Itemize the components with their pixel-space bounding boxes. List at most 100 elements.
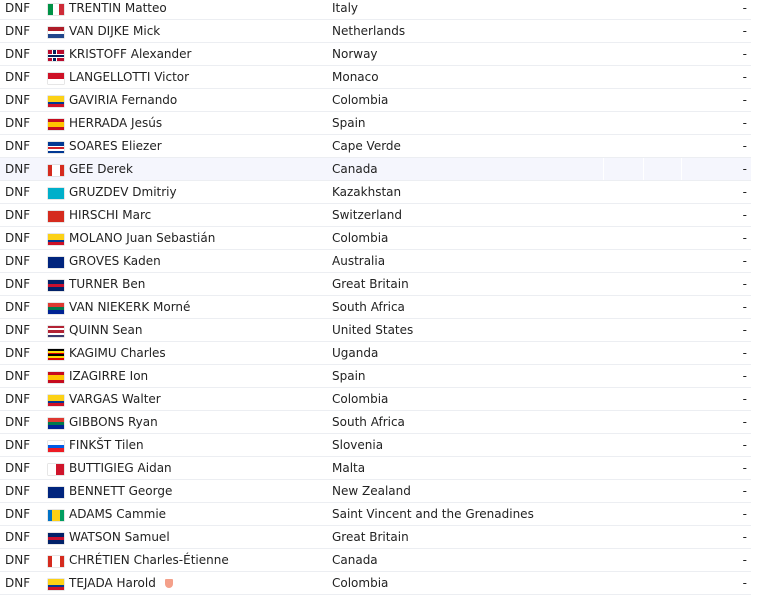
rider-link[interactable]: GEE Derek <box>69 162 133 176</box>
rider-link[interactable]: ADAMS Cammie <box>69 507 166 521</box>
rider-link[interactable]: VAN DIJKE Mick <box>69 24 160 38</box>
flag-za-icon <box>48 418 64 429</box>
country: Cape Verde <box>332 139 401 153</box>
value: - <box>742 70 747 84</box>
rider-name[interactable]: KAGIMU Charles <box>69 342 166 365</box>
table-row[interactable]: DNF SOARES Eliezer Cape Verde - <box>0 135 751 158</box>
table-row[interactable]: DNF VARGAS Walter Colombia - <box>0 388 751 411</box>
rider-link[interactable]: VARGAS Walter <box>69 392 161 406</box>
rider-link[interactable]: HIRSCHI Marc <box>69 208 151 222</box>
result: DNF <box>5 553 31 567</box>
rider-name[interactable]: BENNETT George <box>69 480 172 503</box>
table-row[interactable]: DNF QUINN Sean United States - <box>0 319 751 342</box>
rider-name[interactable]: VAN NIEKERK Morné <box>69 296 190 319</box>
table-row[interactable]: DNF VAN DIJKE Mick Netherlands - <box>0 20 751 43</box>
rider-name[interactable]: CHRÉTIEN Charles-Étienne <box>69 549 229 572</box>
rider-link[interactable]: TEJADA Harold <box>69 576 156 590</box>
table-row[interactable]: DNF GROVES Kaden Australia - <box>0 250 751 273</box>
rider-link[interactable]: CHRÉTIEN Charles-Étienne <box>69 553 229 567</box>
rider-name[interactable]: BUTTIGIEG Aidan <box>69 457 172 480</box>
table-row[interactable]: DNF KAGIMU Charles Uganda - <box>0 342 751 365</box>
flag-co-icon <box>48 234 64 245</box>
rider-link[interactable]: HERRADA Jesús <box>69 116 162 130</box>
rider-name[interactable]: VARGAS Walter <box>69 388 161 411</box>
table-row[interactable]: DNF GIBBONS Ryan South Africa - <box>0 411 751 434</box>
rider-name[interactable]: GIBBONS Ryan <box>69 411 158 434</box>
rider-link[interactable]: VAN NIEKERK Morné <box>69 300 190 314</box>
table-row[interactable]: DNF IZAGIRRE Ion Spain - <box>0 365 751 388</box>
table-row[interactable]: DNF KRISTOFF Alexander Norway - <box>0 43 751 66</box>
rider-name[interactable]: TEJADA Harold <box>69 572 173 595</box>
rider-name[interactable]: ADAMS Cammie <box>69 503 166 526</box>
column-divider <box>643 158 644 180</box>
table-row[interactable]: DNF VAN NIEKERK Morné South Africa - <box>0 296 751 319</box>
table-row[interactable]: DNF WATSON Samuel Great Britain - <box>0 526 751 549</box>
rider-link[interactable]: LANGELLOTTI Victor <box>69 70 189 84</box>
rider-link[interactable]: BENNETT George <box>69 484 172 498</box>
table-row[interactable]: DNF ADAMS Cammie Saint Vincent and the Gre… <box>0 503 751 526</box>
table-row[interactable]: DNF CHRÉTIEN Charles-Étienne Canada - <box>0 549 751 572</box>
rider-link[interactable]: IZAGIRRE Ion <box>69 369 148 383</box>
results-table: DNF TRENTIN Matteo Italy - DNF VAN DIJKE Mick… <box>0 0 751 595</box>
table-row[interactable]: DNF LANGELLOTTI Victor Monaco - <box>0 66 751 89</box>
rider-link[interactable]: TURNER Ben <box>69 277 145 291</box>
rider-link[interactable]: SOARES Eliezer <box>69 139 162 153</box>
rider-name[interactable]: GEE Derek <box>69 158 133 181</box>
value: - <box>742 208 747 222</box>
rider-name[interactable]: TURNER Ben <box>69 273 145 296</box>
rider-name[interactable]: HIRSCHI Marc <box>69 204 151 227</box>
column-divider <box>603 158 604 180</box>
rider-name[interactable]: IZAGIRRE Ion <box>69 365 148 388</box>
table-row[interactable]: DNF BUTTIGIEG Aidan Malta - <box>0 457 751 480</box>
table-row[interactable]: DNF FINKŠT Tilen Slovenia - <box>0 434 751 457</box>
rider-name[interactable]: VAN DIJKE Mick <box>69 20 160 43</box>
result: DNF <box>5 1 31 15</box>
rider-link[interactable]: FINKŠT Tilen <box>69 438 144 452</box>
rider-name[interactable]: WATSON Samuel <box>69 526 170 549</box>
rider-name[interactable]: GAVIRIA Fernando <box>69 89 177 112</box>
flag-kz-icon <box>48 188 64 199</box>
rider-link[interactable]: MOLANO Juan Sebastián <box>69 231 215 245</box>
rider-link[interactable]: QUINN Sean <box>69 323 143 337</box>
rider-link[interactable]: KRISTOFF Alexander <box>69 47 191 61</box>
country: Spain <box>332 116 366 130</box>
rider-name[interactable]: QUINN Sean <box>69 319 143 342</box>
table-row[interactable]: DNF GRUZDEV Dmitriy Kazakhstan - <box>0 181 751 204</box>
rider-name[interactable]: GROVES Kaden <box>69 250 161 273</box>
result: DNF <box>5 507 31 521</box>
table-row[interactable]: DNF GEE Derek Canada - <box>0 158 751 181</box>
country: Colombia <box>332 576 389 590</box>
result: DNF <box>5 185 31 199</box>
rider-name[interactable]: SOARES Eliezer <box>69 135 162 158</box>
rider-link[interactable]: GROVES Kaden <box>69 254 161 268</box>
rider-name[interactable]: MOLANO Juan Sebastián <box>69 227 215 250</box>
table-row[interactable]: DNF GAVIRIA Fernando Colombia - <box>0 89 751 112</box>
rider-link[interactable]: GAVIRIA Fernando <box>69 93 177 107</box>
flag-us-icon <box>48 326 64 337</box>
rider-link[interactable]: KAGIMU Charles <box>69 346 166 360</box>
rider-link[interactable]: GIBBONS Ryan <box>69 415 158 429</box>
rider-name[interactable]: HERRADA Jesús <box>69 112 162 135</box>
table-row[interactable]: DNF TURNER Ben Great Britain - <box>0 273 751 296</box>
rider-name[interactable]: TRENTIN Matteo <box>69 0 167 20</box>
rider-name[interactable]: FINKŠT Tilen <box>69 434 144 457</box>
rider-link[interactable]: WATSON Samuel <box>69 530 170 544</box>
flag-co-icon <box>48 579 64 590</box>
table-row[interactable]: DNF BENNETT George New Zealand - <box>0 480 751 503</box>
rider-link[interactable]: TRENTIN Matteo <box>69 1 167 15</box>
table-row[interactable]: DNF TEJADA Harold Colombia - <box>0 572 751 595</box>
rider-name[interactable]: GRUZDEV Dmitriy <box>69 181 177 204</box>
result: DNF <box>5 47 31 61</box>
table-row[interactable]: DNF TRENTIN Matteo Italy - <box>0 0 751 20</box>
rider-link[interactable]: GRUZDEV Dmitriy <box>69 185 177 199</box>
table-row[interactable]: DNF HERRADA Jesús Spain - <box>0 112 751 135</box>
rider-name[interactable]: KRISTOFF Alexander <box>69 43 191 66</box>
flag-no-icon <box>48 50 64 61</box>
result: DNF <box>5 484 31 498</box>
table-row[interactable]: DNF HIRSCHI Marc Switzerland - <box>0 204 751 227</box>
rider-link[interactable]: BUTTIGIEG Aidan <box>69 461 172 475</box>
result: DNF <box>5 392 31 406</box>
table-row[interactable]: DNF MOLANO Juan Sebastián Colombia - <box>0 227 751 250</box>
rider-name[interactable]: LANGELLOTTI Victor <box>69 66 189 89</box>
flag-gb-icon <box>48 533 64 544</box>
